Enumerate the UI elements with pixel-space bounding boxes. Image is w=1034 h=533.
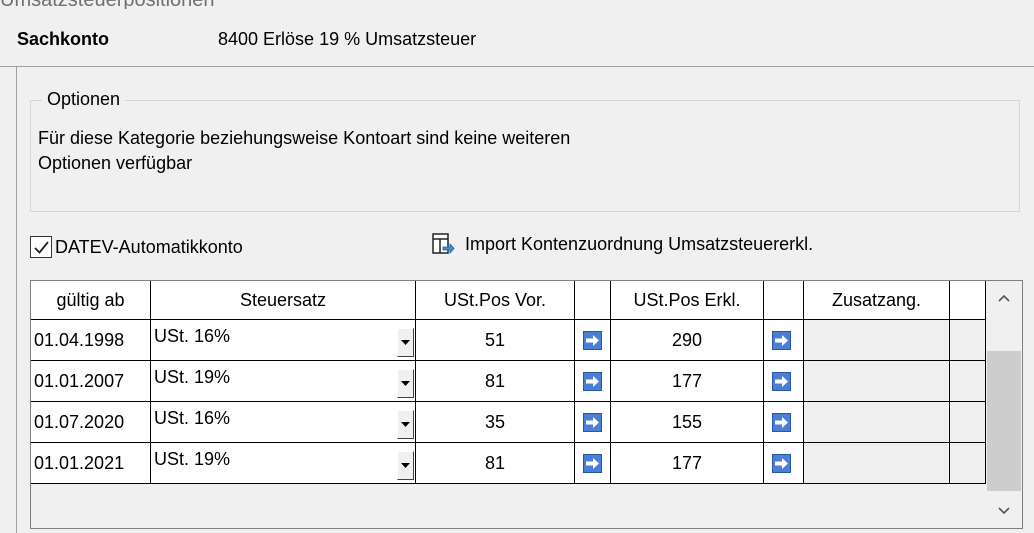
column-header-gueltig-ab[interactable]: gültig ab [31,281,151,320]
dropdown-button[interactable] [397,410,414,439]
options-text-line1: Für diese Kategorie beziehungsweise Kont… [38,128,571,148]
cell-zusatzang [804,361,950,402]
lookup-erkl-button[interactable] [772,454,791,473]
cell-extra [950,320,986,361]
chevron-down-icon [401,339,410,345]
column-header-blank-1 [575,281,611,320]
arrow-right-icon [586,376,599,387]
arrow-right-icon [775,335,788,346]
cell-ust-pos-erkl[interactable]: 177 [611,361,764,402]
datev-automatikkonto-label: DATEV-Automatikkonto [55,236,243,257]
cell-gueltig-ab[interactable]: 01.07.2020 [31,402,151,443]
arrow-right-icon [775,458,788,469]
cell-ust-pos-vor[interactable]: 81 [416,443,575,484]
cell-steuersatz[interactable]: USt. 16% [151,402,416,443]
cell-gueltig-ab[interactable]: 01.01.2007 [31,361,151,402]
lookup-vor-button[interactable] [583,413,602,432]
checkbox-box[interactable] [30,236,52,258]
arrow-right-icon [775,417,788,428]
cell-extra [950,443,986,484]
arrow-right-icon [586,417,599,428]
cell-ust-pos-erkl[interactable]: 155 [611,402,764,443]
cell-gueltig-ab[interactable]: 01.01.2021 [31,443,151,484]
options-text-line2: Optionen verfügbar [38,153,193,173]
arrow-right-icon [586,458,599,469]
vertical-scrollbar[interactable] [986,281,1022,528]
column-header-blank-3 [950,281,986,320]
lookup-erkl-button[interactable] [772,331,791,350]
column-header-blank-2 [764,281,804,320]
cell-ust-pos-erkl[interactable]: 290 [611,320,764,361]
chevron-down-icon [401,380,410,386]
cell-ust-pos-erkl[interactable]: 177 [611,443,764,484]
dropdown-button[interactable] [397,451,414,480]
dropdown-button[interactable] [397,369,414,398]
cell-zusatzang [804,320,950,361]
column-header-steuersatz[interactable]: Steuersatz [151,281,416,320]
column-header-ust-pos-erkl[interactable]: USt.Pos Erkl. [611,281,764,320]
column-header-zusatzang[interactable]: Zusatzang. [804,281,950,320]
options-legend: Optionen [42,89,126,110]
import-kontenzuordnung-label: Import Kontenzuordnung Umsatzsteuererkl. [465,233,814,254]
dropdown-button[interactable] [397,328,414,357]
cell-extra [950,402,986,443]
lookup-vor-button[interactable] [583,454,602,473]
ust-positions-grid: gültig ab Steuersatz USt.Pos Vor. USt.Po… [30,280,1023,529]
sachkonto-value: 8400 Erlöse 19 % Umsatzsteuer [218,29,477,49]
import-icon [432,233,455,255]
sachkonto-label: Sachkonto [17,29,110,49]
arrow-right-icon [586,335,599,346]
lookup-vor-button[interactable] [583,331,602,350]
cell-ust-pos-vor[interactable]: 51 [416,320,575,361]
datev-automatikkonto-checkbox[interactable]: DATEV-Automatikkonto [30,236,243,258]
options-text: Für diese Kategorie beziehungsweise Kont… [38,126,938,176]
scrollbar-thumb[interactable] [987,351,1021,491]
cell-steuersatz[interactable]: USt. 19% [151,361,416,402]
cell-steuersatz[interactable]: USt. 16% [151,320,416,361]
lookup-erkl-button[interactable] [772,372,791,391]
scroll-down-button[interactable] [986,494,1022,528]
import-kontenzuordnung-button[interactable]: Import Kontenzuordnung Umsatzsteuererkl. [431,232,813,256]
cell-steuersatz[interactable]: USt. 19% [151,443,416,484]
arrow-right-icon [775,376,788,387]
header-strip: Sachkonto 8400 Erlöse 19 % Umsatzsteuer [0,9,1034,67]
column-header-ust-pos-vor[interactable]: USt.Pos Vor. [416,281,575,320]
scroll-up-button[interactable] [986,281,1022,315]
cell-ust-pos-vor[interactable]: 35 [416,402,575,443]
cell-zusatzang [804,402,950,443]
chevron-up-icon [998,294,1010,302]
chevron-down-icon [998,507,1010,515]
lookup-vor-button[interactable] [583,372,602,391]
checkmark-icon [34,241,49,254]
cell-zusatzang [804,443,950,484]
cell-ust-pos-vor[interactable]: 81 [416,361,575,402]
cell-extra [950,361,986,402]
chevron-down-icon [401,462,410,468]
cell-gueltig-ab[interactable]: 01.04.1998 [31,320,151,361]
lookup-erkl-button[interactable] [772,413,791,432]
chevron-down-icon [401,421,410,427]
